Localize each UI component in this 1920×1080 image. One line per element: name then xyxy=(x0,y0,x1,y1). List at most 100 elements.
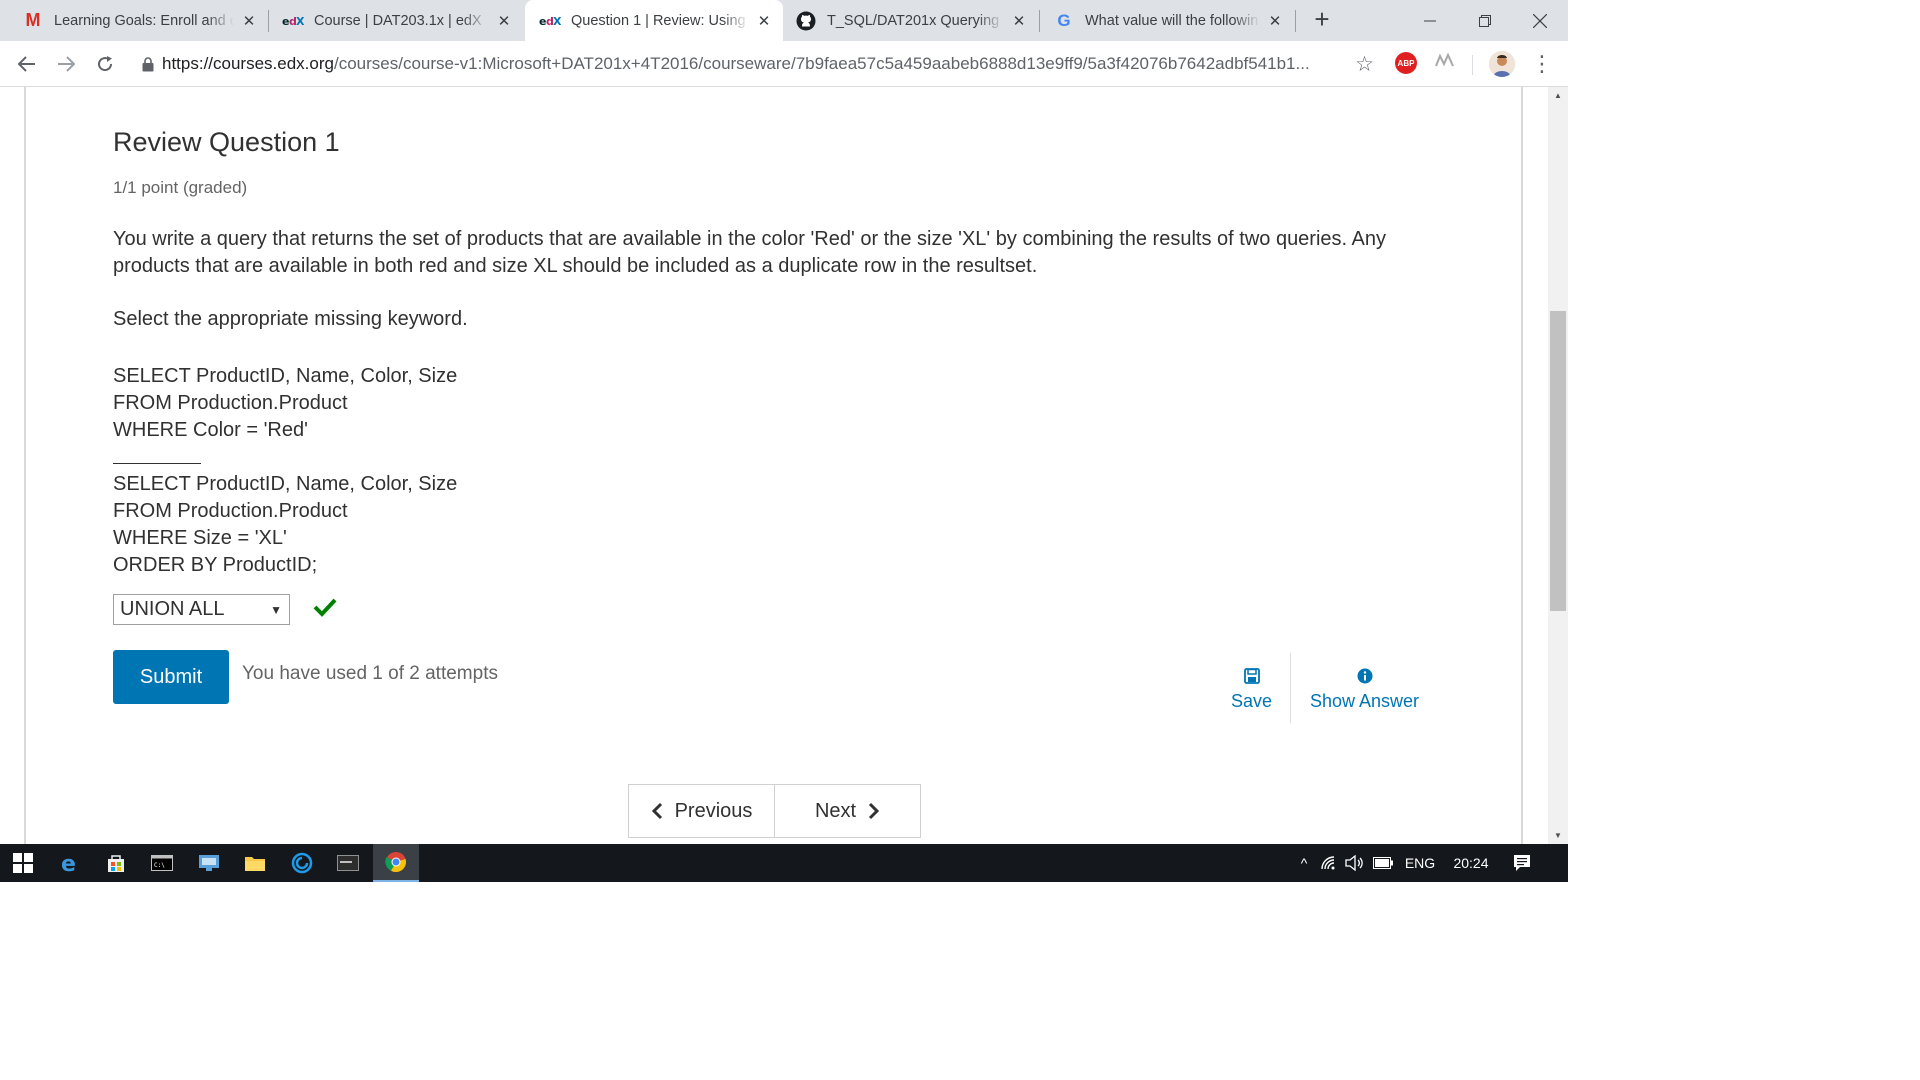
scrollbar-thumb[interactable] xyxy=(1550,311,1566,611)
question-text: You write a query that returns the set o… xyxy=(113,228,1387,277)
address-bar[interactable]: https://courses.edx.org/courses/course-v… xyxy=(134,46,1378,82)
clock[interactable]: 20:24 xyxy=(1442,855,1500,871)
save-button[interactable]: Save xyxy=(1231,665,1272,712)
info-icon xyxy=(1357,665,1373,687)
system-tray: ^ ENG 20:24 xyxy=(1292,844,1544,882)
cortana-app-icon[interactable] xyxy=(279,844,325,882)
close-tab-icon[interactable]: ✕ xyxy=(1010,12,1028,30)
scroll-up-arrow-icon[interactable]: ▲ xyxy=(1548,87,1568,104)
previous-button[interactable]: Previous xyxy=(629,785,774,837)
tab-strip: M Learning Goals: Enroll and c ✕ edX Cou… xyxy=(0,0,1568,41)
edx-icon: edX xyxy=(539,15,561,27)
code-line: FROM Production.Product xyxy=(113,392,348,414)
tab-separator xyxy=(1039,10,1040,32)
attempts-text: You have used 1 of 2 attempts xyxy=(242,663,498,684)
wifi-icon[interactable] xyxy=(1316,855,1342,871)
volume-icon[interactable] xyxy=(1342,855,1368,871)
action-center-icon[interactable] xyxy=(1500,854,1544,872)
problem-points: 1/1 point (graded) xyxy=(113,178,248,197)
lock-icon xyxy=(134,56,162,72)
minimize-button[interactable] xyxy=(1402,0,1457,41)
google-icon: G xyxy=(1057,10,1071,30)
language-indicator[interactable]: ENG xyxy=(1398,855,1442,871)
command-prompt-icon[interactable]: C:\ xyxy=(139,844,185,882)
code-line: WHERE Size = 'XL' xyxy=(113,527,287,549)
content-frame xyxy=(24,87,1523,844)
instruction-text: Select the appropriate missing keyword. xyxy=(113,308,468,330)
svg-text:C:\: C:\ xyxy=(154,862,165,869)
dropdown-arrow-icon: ▼ xyxy=(270,603,282,617)
problem-title: Review Question 1 xyxy=(113,127,340,157)
code-line: WHERE Color = 'Red' xyxy=(113,419,308,441)
previous-label: Previous xyxy=(674,799,753,822)
page-content: Review Question 1 1/1 point (graded) You… xyxy=(0,87,1548,844)
chevron-right-icon xyxy=(869,802,880,820)
file-explorer-icon[interactable] xyxy=(232,844,278,882)
code-line: FROM Production.Product xyxy=(113,500,348,522)
code-line: SELECT ProductID, Name, Color, Size xyxy=(113,365,458,387)
remote-desktop-icon[interactable] xyxy=(186,844,232,882)
tab-gmail[interactable]: M Learning Goals: Enroll and c ✕ xyxy=(0,0,268,41)
chevron-left-icon xyxy=(651,802,662,820)
close-tab-icon[interactable]: ✕ xyxy=(495,12,513,30)
scroll-down-arrow-icon[interactable]: ▼ xyxy=(1548,827,1568,844)
restore-button[interactable] xyxy=(1457,0,1512,41)
extension-icon[interactable] xyxy=(1434,52,1456,74)
back-button[interactable] xyxy=(10,47,44,81)
action-separator xyxy=(1290,653,1291,723)
tab-title: Course | DAT203.1x | edX xyxy=(314,12,482,29)
next-button[interactable]: Next xyxy=(774,785,920,837)
save-label: Save xyxy=(1231,691,1273,711)
show-hidden-icons-icon[interactable]: ^ xyxy=(1292,855,1316,871)
code-line: SELECT ProductID, Name, Color, Size xyxy=(113,473,458,495)
url-path: /courses/course-v1:Microsoft+DAT201x+4T2… xyxy=(333,54,1310,73)
tab-github[interactable]: T_SQL/DAT201x Querying w ✕ xyxy=(785,0,1038,41)
show-answer-label: Show Answer xyxy=(1310,691,1420,711)
windows-start-icon[interactable] xyxy=(0,844,46,882)
new-tab-button[interactable]: + xyxy=(1308,5,1336,35)
svg-text:X: X xyxy=(296,15,304,27)
terminal-app-icon[interactable] xyxy=(325,844,371,882)
browser-menu-icon[interactable]: ⋮ xyxy=(1530,47,1554,81)
edge-browser-icon[interactable]: e xyxy=(47,844,93,882)
bookmark-star-icon[interactable]: ☆ xyxy=(1355,52,1374,77)
toolbar-separator xyxy=(1472,55,1473,75)
forward-button[interactable] xyxy=(49,47,83,81)
tab-course[interactable]: edX Course | DAT203.1x | edX ✕ xyxy=(270,0,523,41)
tab-title: Learning Goals: Enroll and c xyxy=(54,12,234,29)
reload-button[interactable] xyxy=(88,47,122,81)
close-tab-icon[interactable]: ✕ xyxy=(755,12,773,30)
profile-avatar[interactable] xyxy=(1489,51,1515,77)
url-text: https://courses.edx.org/courses/course-v… xyxy=(162,54,1310,74)
edx-icon: edX xyxy=(282,15,304,27)
forward-arrow-icon xyxy=(58,56,75,72)
code-line: ORDER BY ProductID; xyxy=(113,554,318,576)
reload-icon xyxy=(98,56,113,72)
close-window-button[interactable] xyxy=(1512,0,1567,41)
page-scrollbar[interactable]: ▲ ▼ xyxy=(1548,87,1568,844)
url-host: https://courses.edx.org xyxy=(162,54,334,73)
battery-icon[interactable] xyxy=(1368,857,1398,869)
windows-taskbar: e C:\ ^ ENG 20:24 xyxy=(0,844,1568,882)
svg-text:e: e xyxy=(61,852,76,874)
tab-separator xyxy=(268,10,269,32)
tab-title: T_SQL/DAT201x Querying w xyxy=(827,12,1004,29)
submit-button[interactable]: Submit xyxy=(113,650,229,704)
answer-dropdown[interactable]: UNION ALL ▼ xyxy=(113,594,290,625)
missing-keyword-blank xyxy=(113,463,201,464)
store-icon[interactable] xyxy=(93,844,139,882)
save-floppy-icon xyxy=(1243,665,1260,687)
show-answer-button[interactable]: Show Answer xyxy=(1310,665,1419,712)
tab-google[interactable]: G What value will the followin ✕ xyxy=(1041,0,1294,41)
tab-question-active[interactable]: edX Question 1 | Review: Using S ✕ xyxy=(525,0,783,41)
browser-toolbar: https://courses.edx.org/courses/course-v… xyxy=(0,41,1568,87)
adblock-plus-icon[interactable]: ABP xyxy=(1395,52,1417,74)
close-tab-icon[interactable]: ✕ xyxy=(1266,12,1284,30)
close-tab-icon[interactable]: ✕ xyxy=(240,12,258,30)
back-arrow-icon xyxy=(18,56,35,72)
gmail-icon: M xyxy=(25,10,41,30)
chrome-taskbar-icon[interactable] xyxy=(373,844,419,882)
answer-dropdown-value: UNION ALL xyxy=(120,598,225,620)
svg-text:X: X xyxy=(553,15,561,27)
tab-separator xyxy=(1295,10,1296,32)
